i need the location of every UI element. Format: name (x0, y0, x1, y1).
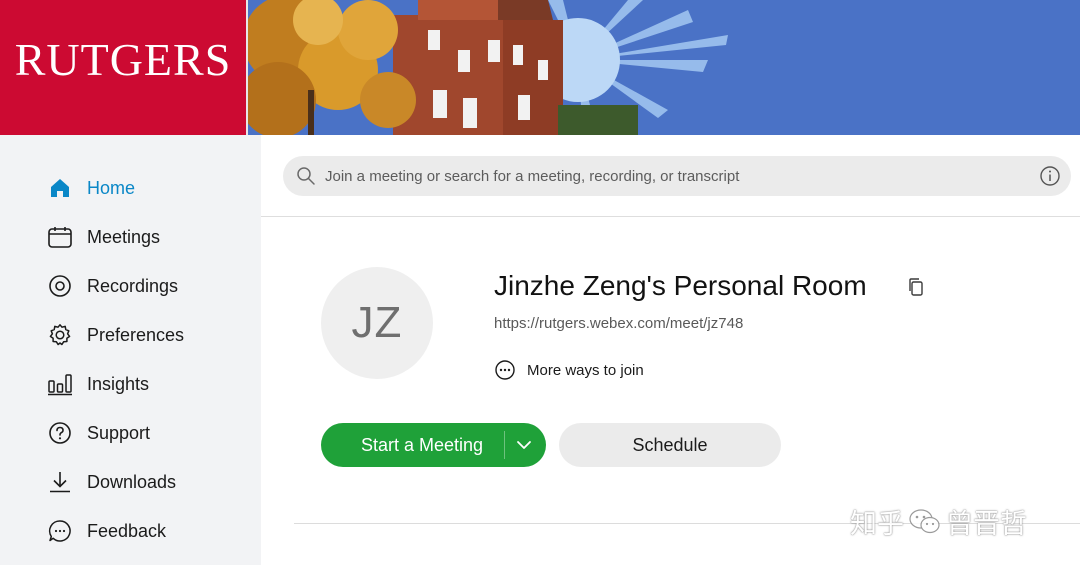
sidebar-item-label: Downloads (87, 471, 177, 492)
sidebar-item-label: Feedback (87, 520, 167, 541)
home-icon (46, 174, 74, 202)
start-meeting-button[interactable]: Start a Meeting (321, 423, 546, 467)
watermark-left-text: 知乎 (850, 509, 904, 540)
schedule-label: Schedule (632, 434, 708, 455)
more-ways-label: More ways to join (527, 361, 644, 379)
sidebar-item-label: Support (87, 422, 151, 443)
sidebar-item-meetings[interactable]: Meetings (46, 222, 160, 252)
info-icon[interactable] (1039, 165, 1061, 187)
calendar-icon (46, 223, 74, 251)
wechat-icon (908, 507, 942, 537)
header-banner-image (246, 0, 1080, 135)
start-meeting-label: Start a Meeting (361, 434, 484, 455)
sidebar-item-label: Recordings (87, 275, 179, 296)
feedback-icon (46, 517, 74, 545)
schedule-button[interactable]: Schedule (559, 423, 781, 467)
sidebar-item-label: Insights (87, 373, 150, 394)
help-icon (46, 419, 74, 447)
personal-room-link[interactable]: https://rutgers.webex.com/meet/jz748 (494, 315, 743, 332)
logo-text: RUTGERS (14, 34, 232, 85)
sidebar-item-recordings[interactable]: Recordings (46, 271, 178, 301)
avatar: JZ (321, 267, 433, 379)
sidebar: Home Meetings Recordings Preferences Ins… (0, 135, 261, 565)
rutgers-logo[interactable]: RUTGERS (0, 0, 246, 135)
sidebar-item-home[interactable]: Home (46, 173, 135, 203)
sidebar-item-feedback[interactable]: Feedback (46, 516, 166, 546)
sidebar-item-label: Preferences (87, 324, 185, 345)
watermark-right-text: 曾晋哲 (946, 509, 1027, 540)
page-title: Jinzhe Zeng's Personal Room (494, 270, 867, 301)
sidebar-item-label: Meetings (87, 226, 161, 247)
record-icon (46, 272, 74, 300)
more-options-icon (494, 359, 516, 381)
main-content: JZ Jinzhe Zeng's Personal Room https://r… (261, 135, 1080, 565)
download-icon (46, 468, 74, 496)
chevron-down-icon[interactable] (515, 436, 533, 454)
divider (261, 216, 1080, 217)
search-bar[interactable] (283, 156, 1071, 196)
button-divider (504, 431, 505, 459)
header: RUTGERS (0, 0, 1080, 135)
sidebar-item-downloads[interactable]: Downloads (46, 467, 176, 497)
sidebar-item-support[interactable]: Support (46, 418, 150, 448)
sidebar-item-label: Home (87, 177, 136, 198)
search-icon (295, 165, 317, 187)
sidebar-item-preferences[interactable]: Preferences (46, 320, 184, 350)
watermark: 知乎 曾晋哲 (850, 502, 1027, 541)
bar-chart-icon (46, 370, 74, 398)
copy-icon[interactable] (907, 277, 925, 297)
sidebar-item-insights[interactable]: Insights (46, 369, 149, 399)
more-ways-to-join-button[interactable]: More ways to join (494, 359, 644, 381)
search-input[interactable] (325, 167, 1025, 185)
gear-icon (46, 321, 74, 349)
avatar-initials: JZ (351, 298, 403, 347)
